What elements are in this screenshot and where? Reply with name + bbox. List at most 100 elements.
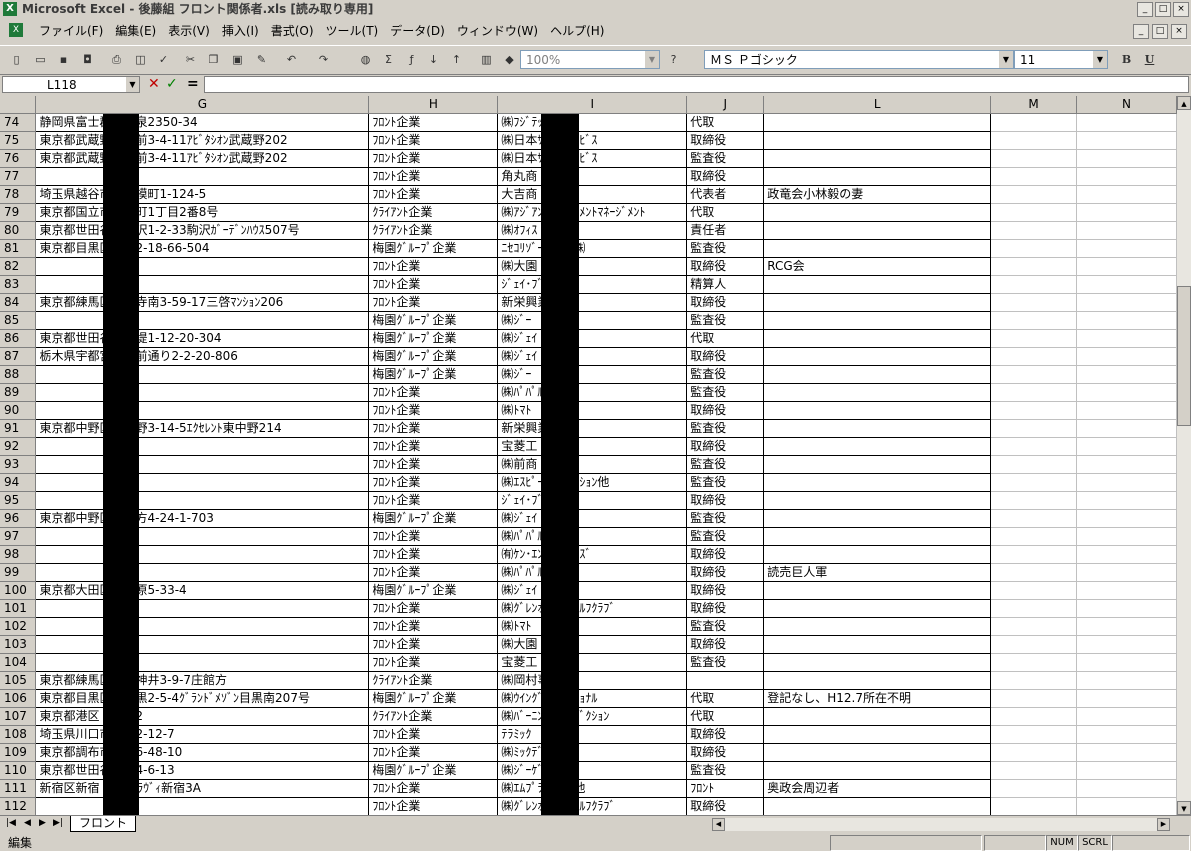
row-header[interactable]: 103: [0, 635, 37, 654]
cell[interactable]: ㈱ｴｽﾋﾟｰｺｰﾎﾟﾚｰｼｮﾝ他: [497, 473, 688, 492]
cell[interactable]: ㈱ﾐｯｸﾃﾞｻﾞｲﾝ: [497, 743, 688, 762]
cell[interactable]: ﾌﾛﾝﾄ企業: [368, 527, 499, 546]
row-header[interactable]: 94: [0, 473, 37, 492]
cell[interactable]: 取締役: [686, 599, 765, 618]
cell[interactable]: [763, 329, 992, 348]
menu-item[interactable]: ツール(T): [320, 23, 385, 40]
cell[interactable]: [1076, 149, 1177, 168]
chevron-down-icon[interactable]: ▼: [645, 51, 659, 68]
next-sheet-icon[interactable]: ▶: [39, 818, 46, 828]
cell[interactable]: ㈱ｼﾞｪｲ: [497, 329, 688, 348]
cell[interactable]: 取締役: [686, 725, 765, 744]
row-header[interactable]: 79: [0, 203, 37, 222]
cell[interactable]: ﾌﾛﾝﾄ企業: [368, 293, 499, 312]
menu-item[interactable]: データ(D): [384, 23, 451, 40]
cell[interactable]: [35, 257, 370, 276]
new-icon[interactable]: ▯: [8, 51, 25, 68]
cell[interactable]: ㈱ｼﾞｰｹﾞ: [497, 761, 688, 780]
row-header[interactable]: 87: [0, 347, 37, 366]
cell[interactable]: [1076, 509, 1177, 528]
cell[interactable]: 梅園ｸﾞﾙｰﾌﾟ企業: [368, 581, 499, 600]
cell[interactable]: 監査役: [686, 527, 765, 546]
cell[interactable]: [763, 599, 992, 618]
cell[interactable]: [990, 401, 1078, 420]
menu-item[interactable]: ウィンドウ(W): [451, 23, 544, 40]
cell[interactable]: 代取: [686, 689, 765, 708]
cell[interactable]: [1076, 563, 1177, 582]
autosum-icon[interactable]: Σ: [380, 51, 397, 68]
row-header[interactable]: 83: [0, 275, 37, 294]
cell[interactable]: [990, 167, 1078, 186]
cell[interactable]: [763, 635, 992, 654]
scroll-right-icon[interactable]: ▶: [1157, 818, 1170, 831]
cell[interactable]: 代取: [686, 707, 765, 726]
cell[interactable]: [35, 311, 370, 330]
cell[interactable]: 代取: [686, 203, 765, 222]
cell[interactable]: [990, 761, 1078, 780]
cell[interactable]: 梅園ｸﾞﾙｰﾌﾟ企業: [368, 509, 499, 528]
cell[interactable]: [990, 383, 1078, 402]
cell[interactable]: [990, 221, 1078, 240]
cell[interactable]: ㈱日本ｻｰﾋﾞｽｻｰﾋﾞｽ: [497, 149, 688, 168]
cell[interactable]: [990, 653, 1078, 672]
cell[interactable]: ㈱ﾄﾏﾄ: [497, 617, 688, 636]
cell[interactable]: [1076, 581, 1177, 600]
cell[interactable]: [1076, 671, 1177, 690]
cell[interactable]: 監査役: [686, 239, 765, 258]
cell[interactable]: 東京都中野区弥生方4-24-1-703: [35, 509, 370, 528]
cell[interactable]: ﾌﾛﾝﾄ企業: [368, 455, 499, 474]
cell[interactable]: 静岡県富士郡 小泉2350-34: [35, 113, 370, 132]
cell[interactable]: 監査役: [686, 149, 765, 168]
cell[interactable]: ﾌﾛﾝﾄ企業: [368, 149, 499, 168]
cell[interactable]: 取締役: [686, 437, 765, 456]
cell[interactable]: [763, 725, 992, 744]
cell[interactable]: 取締役: [686, 293, 765, 312]
cell[interactable]: ｼﾞｪｲ･ﾌﾞ: [497, 491, 688, 510]
cell[interactable]: ㈱ｸﾞﾚﾝｵｰｸﾅｰｺﾞﾙﾌｸﾗﾌﾞ: [497, 797, 688, 815]
doc-close-button[interactable]: ×: [1171, 24, 1187, 39]
cell[interactable]: ﾌﾛﾝﾄ企業: [368, 743, 499, 762]
column-header-h[interactable]: H: [368, 96, 499, 114]
cell[interactable]: ㈱大園: [497, 257, 688, 276]
cell[interactable]: 監査役: [686, 761, 765, 780]
cell[interactable]: 奥政会周辺者: [763, 779, 992, 798]
underline-button[interactable]: U: [1141, 51, 1158, 68]
row-header[interactable]: 85: [0, 311, 37, 330]
cell[interactable]: 取締役: [686, 743, 765, 762]
cell[interactable]: 角丸商: [497, 167, 688, 186]
cell[interactable]: 新栄興業 他: [497, 419, 688, 438]
cell[interactable]: [763, 653, 992, 672]
cell[interactable]: 東京都目黒区下目黒2-5-4ｸﾞﾗﾝﾄﾞﾒｿﾞﾝ目黒南207号: [35, 689, 370, 708]
cell[interactable]: [35, 617, 370, 636]
cell[interactable]: [35, 797, 370, 815]
cut-icon[interactable]: ✂: [182, 51, 199, 68]
cell[interactable]: 梅園ｸﾞﾙｰﾌﾟ企業: [368, 329, 499, 348]
cell[interactable]: [763, 707, 992, 726]
row-header[interactable]: 84: [0, 293, 37, 312]
menu-item[interactable]: 挿入(I): [216, 23, 265, 40]
cell[interactable]: [763, 437, 992, 456]
cell[interactable]: ﾌﾛﾝﾄ企業: [368, 797, 499, 815]
cell[interactable]: 東京都中野区東中野3-14-5ｴｸｾﾚﾝﾄ東中野214: [35, 419, 370, 438]
cell[interactable]: [763, 401, 992, 420]
cell[interactable]: [763, 455, 992, 474]
cell[interactable]: [1076, 293, 1177, 312]
row-header[interactable]: 74: [0, 113, 37, 132]
cell[interactable]: 監査役: [686, 419, 765, 438]
row-header[interactable]: 76: [0, 149, 37, 168]
cell[interactable]: [990, 797, 1078, 815]
cell[interactable]: 取締役: [686, 167, 765, 186]
cell[interactable]: [1076, 455, 1177, 474]
cell[interactable]: [763, 221, 992, 240]
row-header[interactable]: 92: [0, 437, 37, 456]
cell[interactable]: [35, 473, 370, 492]
cell[interactable]: [1076, 383, 1177, 402]
column-header-g[interactable]: G: [35, 96, 370, 114]
cell[interactable]: [1076, 275, 1177, 294]
cell[interactable]: ㈱ｼﾞｪｲ: [497, 509, 688, 528]
cell[interactable]: [763, 473, 992, 492]
cell[interactable]: 新栄興業 他: [497, 293, 688, 312]
scroll-left-icon[interactable]: ◀: [712, 818, 725, 831]
cell[interactable]: 東京都国立市西泉町1丁目2番8号: [35, 203, 370, 222]
cell[interactable]: [1076, 491, 1177, 510]
